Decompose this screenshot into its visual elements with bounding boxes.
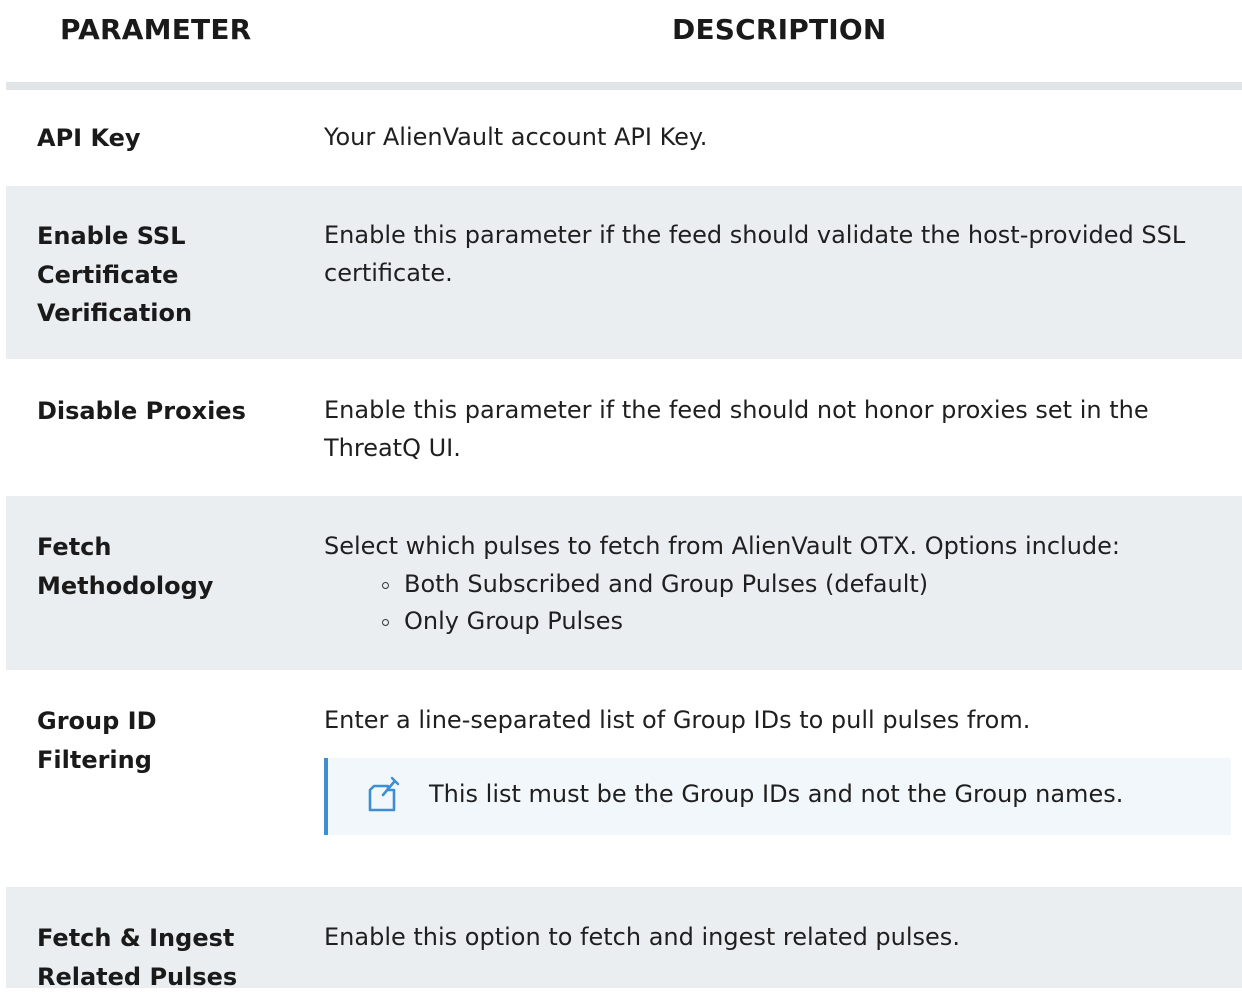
parameter-name: Enable SSL Certificate Verification bbox=[37, 222, 193, 327]
table-row: Group ID Filtering Enter a line-separate… bbox=[6, 670, 1242, 887]
parameter-description: Enable this parameter if the feed should… bbox=[324, 221, 1186, 287]
parameter-description: Your AlienVault account API Key. bbox=[324, 123, 708, 151]
note-text: This list must be the Group IDs and not … bbox=[429, 780, 1124, 808]
description-text: Select which pulses to fetch from AlienV… bbox=[324, 532, 1121, 560]
note-icon bbox=[368, 776, 400, 812]
parameter-name: Group ID Filtering bbox=[37, 707, 157, 774]
table-row: API Key Your AlienVault account API Key. bbox=[6, 90, 1242, 186]
list-item: Only Group Pulses bbox=[382, 603, 1224, 641]
options-list: Both Subscribed and Group Pulses (defaul… bbox=[324, 566, 1224, 641]
parameter-description: Select which pulses to fetch from AlienV… bbox=[324, 528, 1224, 641]
parameter-description: Enable this parameter if the feed should… bbox=[324, 396, 1149, 462]
note-callout: This list must be the Group IDs and not … bbox=[324, 758, 1231, 835]
parameter-name: Fetch Methodology bbox=[37, 533, 214, 600]
parameter-description: Enable this option to fetch and ingest r… bbox=[324, 923, 960, 951]
header-divider bbox=[6, 82, 1242, 90]
parameter-name: API Key bbox=[37, 124, 141, 152]
list-item: Both Subscribed and Group Pulses (defaul… bbox=[382, 566, 1224, 604]
table-header: PARAMETER DESCRIPTION bbox=[0, 0, 1242, 82]
parameter-name: Fetch & Ingest Related Pulses bbox=[37, 924, 238, 991]
table-row: Fetch & Ingest Related Pulses Enable thi… bbox=[6, 887, 1242, 991]
parameter-column-header: PARAMETER bbox=[60, 13, 252, 46]
description-column-header: DESCRIPTION bbox=[672, 13, 887, 46]
table-row: Disable Proxies Enable this parameter if… bbox=[6, 359, 1242, 471]
table-row: Enable SSL Certificate Verification Enab… bbox=[6, 186, 1242, 359]
parameter-name: Disable Proxies bbox=[37, 397, 246, 425]
parameter-description: Enter a line-separated list of Group IDs… bbox=[324, 706, 1031, 734]
table-row: Fetch Methodology Select which pulses to… bbox=[6, 496, 1242, 670]
